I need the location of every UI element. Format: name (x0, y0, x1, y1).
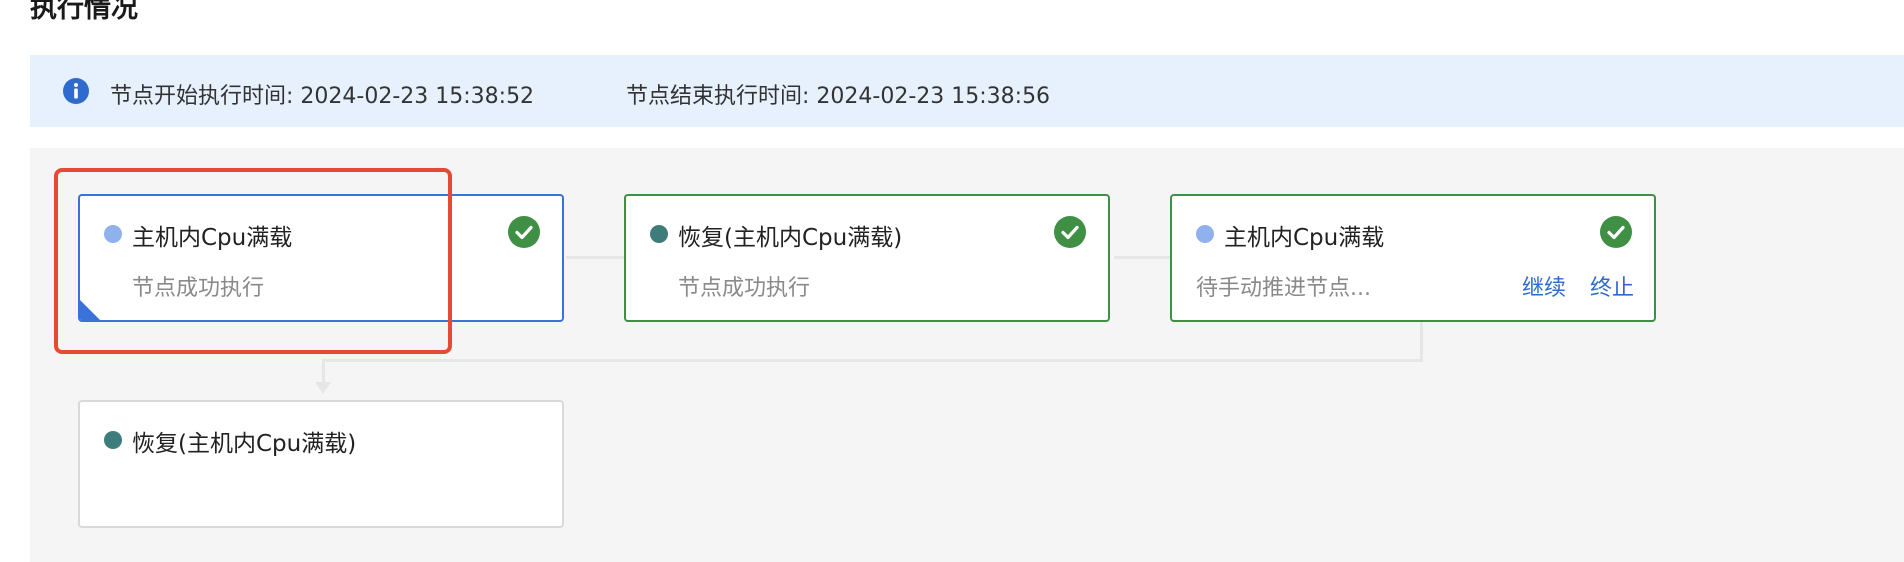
info-icon (63, 78, 89, 104)
connector-return-vertical (1420, 322, 1423, 361)
flow-node-recover-1[interactable]: 恢复(主机内Cpu满载) 节点成功执行 (624, 194, 1110, 322)
node-title: 恢复(主机内Cpu满载) (132, 431, 357, 457)
check-circle-icon (508, 216, 540, 248)
node-end-time: 节点结束执行时间: 2024-02-23 15:38:56 (626, 84, 1051, 109)
arrow-head-icon (315, 382, 331, 394)
stop-button[interactable]: 终止 (1590, 270, 1634, 302)
section-title: 执行情况 (30, 0, 138, 24)
flow-canvas: 主机内Cpu满载 节点成功执行 恢复(主机内Cpu满载) 节点成功执行 主机内C… (30, 148, 1904, 562)
node-status-text: 节点成功执行 (132, 276, 265, 301)
flow-node-cpu-load-2[interactable]: 主机内Cpu满载 待手动推进节点... 继续 终止 (1170, 194, 1656, 322)
node-start-time: 节点开始执行时间: 2024-02-23 15:38:52 (110, 84, 535, 109)
execution-info-bar: 节点开始执行时间: 2024-02-23 15:38:52 节点结束执行时间: … (30, 55, 1904, 127)
node-title: 主机内Cpu满载 (132, 225, 293, 251)
node-status-text: 待手动推进节点... (1196, 276, 1371, 301)
node-status-dot (104, 431, 122, 449)
continue-button[interactable]: 继续 (1522, 270, 1566, 302)
node-title: 主机内Cpu满载 (1224, 225, 1385, 251)
flow-node-cpu-load-1[interactable]: 主机内Cpu满载 节点成功执行 (78, 194, 564, 322)
check-circle-icon (1600, 216, 1632, 248)
connector-return-horizontal (322, 359, 1423, 362)
node-status-text: 节点成功执行 (678, 276, 811, 301)
check-circle-icon (1054, 216, 1086, 248)
node-status-dot (104, 225, 122, 243)
selected-corner-marker (80, 300, 100, 320)
node-title: 恢复(主机内Cpu满载) (678, 225, 903, 251)
flow-node-recover-2[interactable]: 恢复(主机内Cpu满载) (78, 400, 564, 528)
node-status-dot (650, 225, 668, 243)
node-status-dot (1196, 225, 1214, 243)
